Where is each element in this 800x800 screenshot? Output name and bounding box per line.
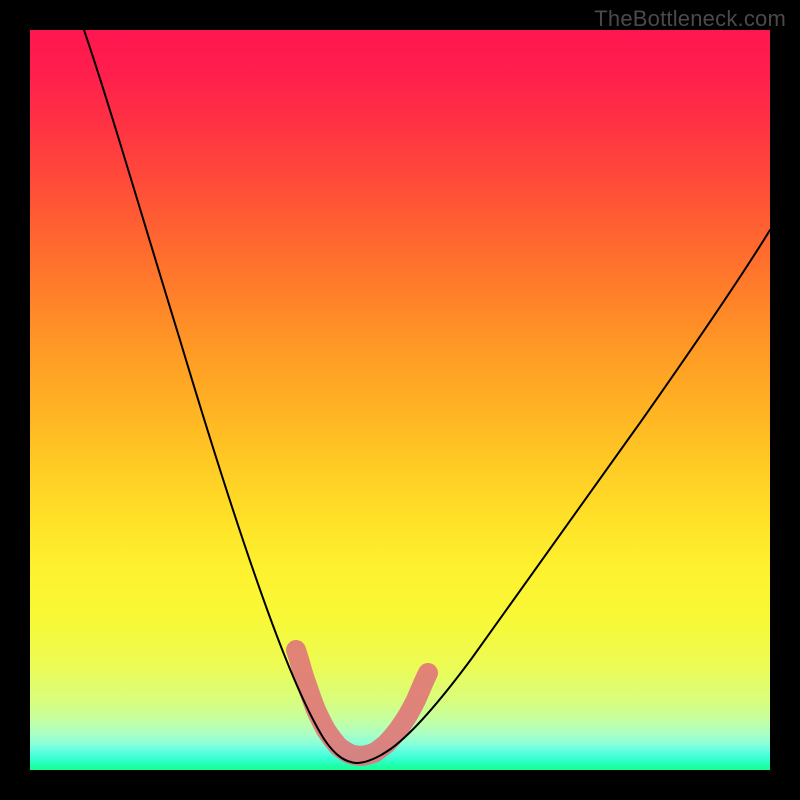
watermark-text: TheBottleneck.com — [594, 6, 786, 32]
chart-stage: TheBottleneck.com — [0, 0, 800, 800]
gradient-plot-area — [30, 30, 770, 770]
